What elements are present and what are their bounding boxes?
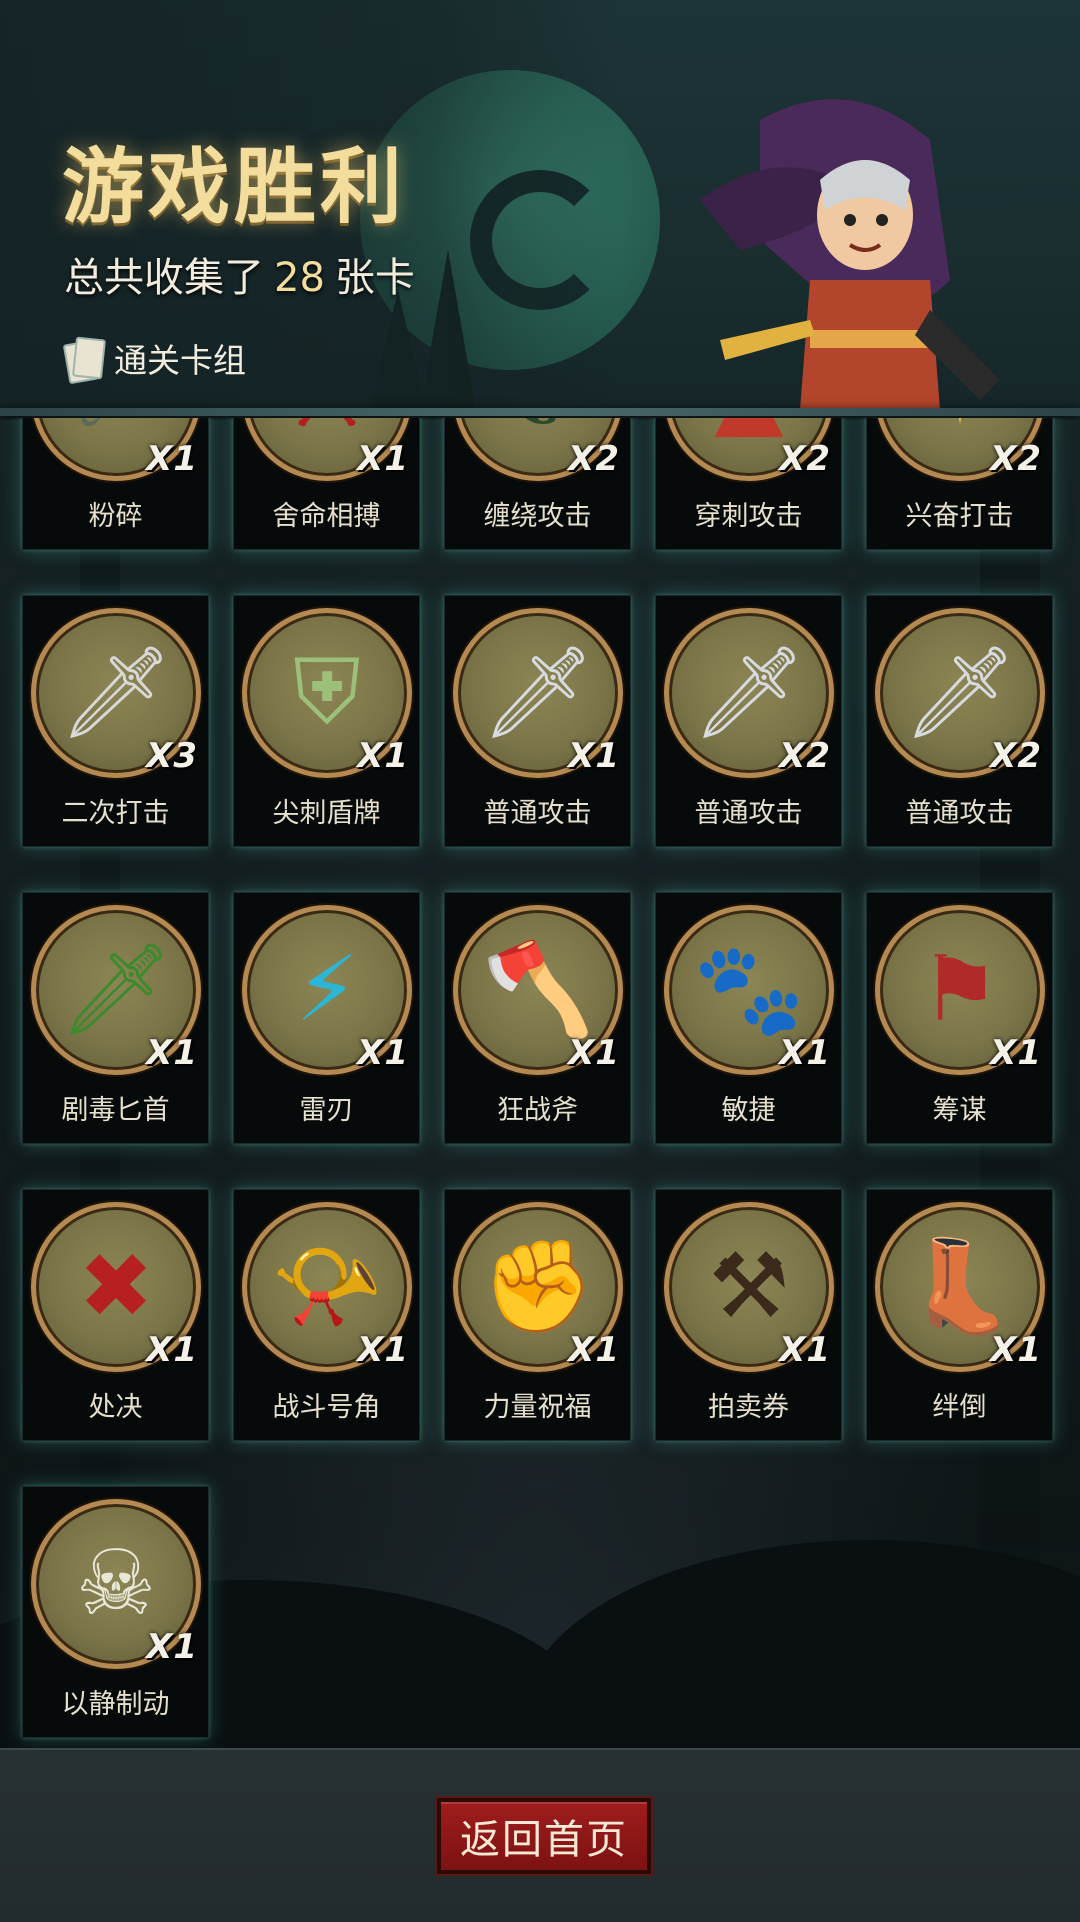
card-name: 雷刃 bbox=[299, 1095, 354, 1126]
twin-daggers-icon: 🗡 bbox=[58, 640, 174, 745]
bloody-strike-icon: ⚔ bbox=[287, 418, 368, 441]
card-count: X1 bbox=[146, 1330, 198, 1370]
card-tile[interactable]: 📯 X1 战斗号角 bbox=[233, 1189, 420, 1441]
return-home-button[interactable]: 返回首页 bbox=[437, 1798, 651, 1874]
card-name: 敏捷 bbox=[721, 1095, 776, 1126]
execution-icon: ✖ bbox=[78, 1234, 154, 1339]
summary-prefix: 总共收集了 bbox=[64, 255, 264, 301]
panther-icon: 🐾 bbox=[692, 937, 806, 1042]
card-grid: ☄X1粉碎⚔X1舍命相搏❦X2缠绕攻击▲X2穿刺攻击✦X2兴奋打击🗡X3二次打击… bbox=[22, 418, 1053, 1738]
card-name: 剧毒匕首 bbox=[61, 1095, 170, 1126]
meteor-icon: ☄ bbox=[76, 418, 157, 441]
card-tile[interactable]: ⚡ X1 雷刃 bbox=[233, 892, 420, 1144]
card-tile[interactable]: ⚒ X1 拍卖券 bbox=[655, 1189, 842, 1441]
summary-suffix: 张卡 bbox=[334, 255, 415, 301]
card-name: 普通攻击 bbox=[905, 798, 1014, 829]
card-name: 穿刺攻击 bbox=[694, 501, 803, 532]
card-tile[interactable]: ✖ X1 处决 bbox=[22, 1189, 209, 1441]
card-count: X2 bbox=[990, 439, 1042, 479]
card-tile[interactable]: ✦X2 兴奋打击 bbox=[866, 418, 1053, 550]
card-count: X1 bbox=[568, 736, 620, 776]
cleared-deck-link[interactable]: 通关卡组 bbox=[62, 335, 246, 385]
card-name: 力量祝福 bbox=[483, 1392, 592, 1423]
berserker-axe-icon: 🪓 bbox=[481, 937, 595, 1042]
lightning-blade-icon: ⚡ bbox=[295, 937, 359, 1042]
card-count: X2 bbox=[990, 736, 1042, 776]
sword-icon: 🗡 bbox=[691, 640, 807, 745]
card-tile[interactable]: ⛨ X1 尖刺盾牌 bbox=[233, 595, 420, 847]
card-name: 以静制动 bbox=[61, 1689, 170, 1720]
card-tile[interactable]: 🪓 X1 狂战斧 bbox=[444, 892, 631, 1144]
card-name: 狂战斧 bbox=[497, 1095, 578, 1126]
spiked-shield-icon: ⛨ bbox=[293, 640, 361, 745]
card-count: X1 bbox=[990, 1330, 1042, 1370]
card-deck-icon bbox=[62, 336, 107, 385]
card-name: 处决 bbox=[88, 1392, 143, 1423]
card-name: 兴奋打击 bbox=[905, 501, 1014, 532]
card-count: X1 bbox=[146, 1627, 198, 1667]
trip-boot-icon: 👢 bbox=[903, 1234, 1017, 1339]
card-count: X1 bbox=[568, 1330, 620, 1370]
sword-icon: 🗡 bbox=[902, 640, 1018, 745]
sword-icon: 🗡 bbox=[480, 640, 596, 745]
card-name: 舍命相搏 bbox=[272, 501, 381, 532]
card-tile[interactable]: ⚑ X1 筹谋 bbox=[866, 892, 1053, 1144]
page-title: 游戏胜利 bbox=[62, 140, 407, 235]
card-count: X1 bbox=[357, 1330, 409, 1370]
card-name: 缠绕攻击 bbox=[483, 501, 592, 532]
card-count: X1 bbox=[357, 439, 409, 479]
deck-link-label: 通关卡组 bbox=[114, 341, 246, 380]
card-count: X1 bbox=[990, 1033, 1042, 1073]
card-tile[interactable]: 🐾 X1 敏捷 bbox=[655, 892, 842, 1144]
battle-map-icon: ⚑ bbox=[919, 937, 1001, 1042]
card-count: X2 bbox=[568, 439, 620, 479]
fist-icon: ✊ bbox=[481, 1234, 595, 1339]
card-tile[interactable]: ⚔X1 舍命相搏 bbox=[233, 418, 420, 550]
card-tile[interactable]: 🗡 X2 普通攻击 bbox=[866, 595, 1053, 847]
card-name: 战斗号角 bbox=[272, 1392, 381, 1423]
card-name: 筹谋 bbox=[932, 1095, 987, 1126]
card-count: X1 bbox=[779, 1033, 831, 1073]
card-tile[interactable]: 🗡 X2 普通攻击 bbox=[655, 595, 842, 847]
card-tile[interactable]: 🗡 X3 二次打击 bbox=[22, 595, 209, 847]
card-total: 28 bbox=[274, 255, 325, 301]
auction-hammer-icon: ⚒ bbox=[708, 1234, 790, 1339]
card-count: X3 bbox=[146, 736, 198, 776]
excited-fighter-icon: ✦ bbox=[922, 418, 997, 441]
hooded-hero-illustration bbox=[700, 99, 1000, 410]
card-count: X2 bbox=[779, 439, 831, 479]
card-name: 拍卖券 bbox=[708, 1392, 789, 1423]
footer-bar: 返回首页 bbox=[0, 1748, 1080, 1922]
card-name: 普通攻击 bbox=[694, 798, 803, 829]
card-tile[interactable]: 🗡 X1 剧毒匕首 bbox=[22, 892, 209, 1144]
card-name: 粉碎 bbox=[88, 501, 143, 532]
spike-pierce-icon: ▲ bbox=[714, 418, 783, 441]
card-collection[interactable]: ☄X1粉碎⚔X1舍命相搏❦X2缠绕攻击▲X2穿刺攻击✦X2兴奋打击🗡X3二次打击… bbox=[0, 418, 1080, 1748]
thorn-vine-icon: ❦ bbox=[500, 418, 575, 441]
card-name: 普通攻击 bbox=[483, 798, 592, 829]
card-name: 绊倒 bbox=[932, 1392, 987, 1423]
card-tile[interactable]: 🗡 X1 普通攻击 bbox=[444, 595, 631, 847]
card-name: 二次打击 bbox=[61, 798, 170, 829]
card-tile[interactable]: ✊ X1 力量祝福 bbox=[444, 1189, 631, 1441]
collected-summary: 总共收集了 28 张卡 bbox=[64, 245, 415, 303]
skull-icon: ☠ bbox=[75, 1531, 157, 1636]
card-tile[interactable]: ▲X2 穿刺攻击 bbox=[655, 418, 842, 550]
card-count: X2 bbox=[779, 736, 831, 776]
poison-dagger-icon: 🗡 bbox=[58, 937, 174, 1042]
card-count: X1 bbox=[357, 736, 409, 776]
header-divider bbox=[0, 408, 1080, 416]
card-count: X1 bbox=[146, 439, 198, 479]
card-count: X1 bbox=[568, 1033, 620, 1073]
card-tile[interactable]: ☠ X1 以静制动 bbox=[22, 1486, 209, 1738]
card-count: X1 bbox=[779, 1330, 831, 1370]
card-tile[interactable]: 👢 X1 绊倒 bbox=[866, 1189, 1053, 1441]
card-name: 尖刺盾牌 bbox=[272, 798, 381, 829]
victory-header: 游戏胜利 总共收集了 28 张卡 通关卡组 bbox=[0, 0, 1080, 420]
card-tile[interactable]: ☄X1粉碎 bbox=[22, 418, 209, 550]
card-tile[interactable]: ❦X2 缠绕攻击 bbox=[444, 418, 631, 550]
card-count: X1 bbox=[146, 1033, 198, 1073]
card-count: X1 bbox=[357, 1033, 409, 1073]
war-horn-icon: 📯 bbox=[270, 1234, 384, 1339]
